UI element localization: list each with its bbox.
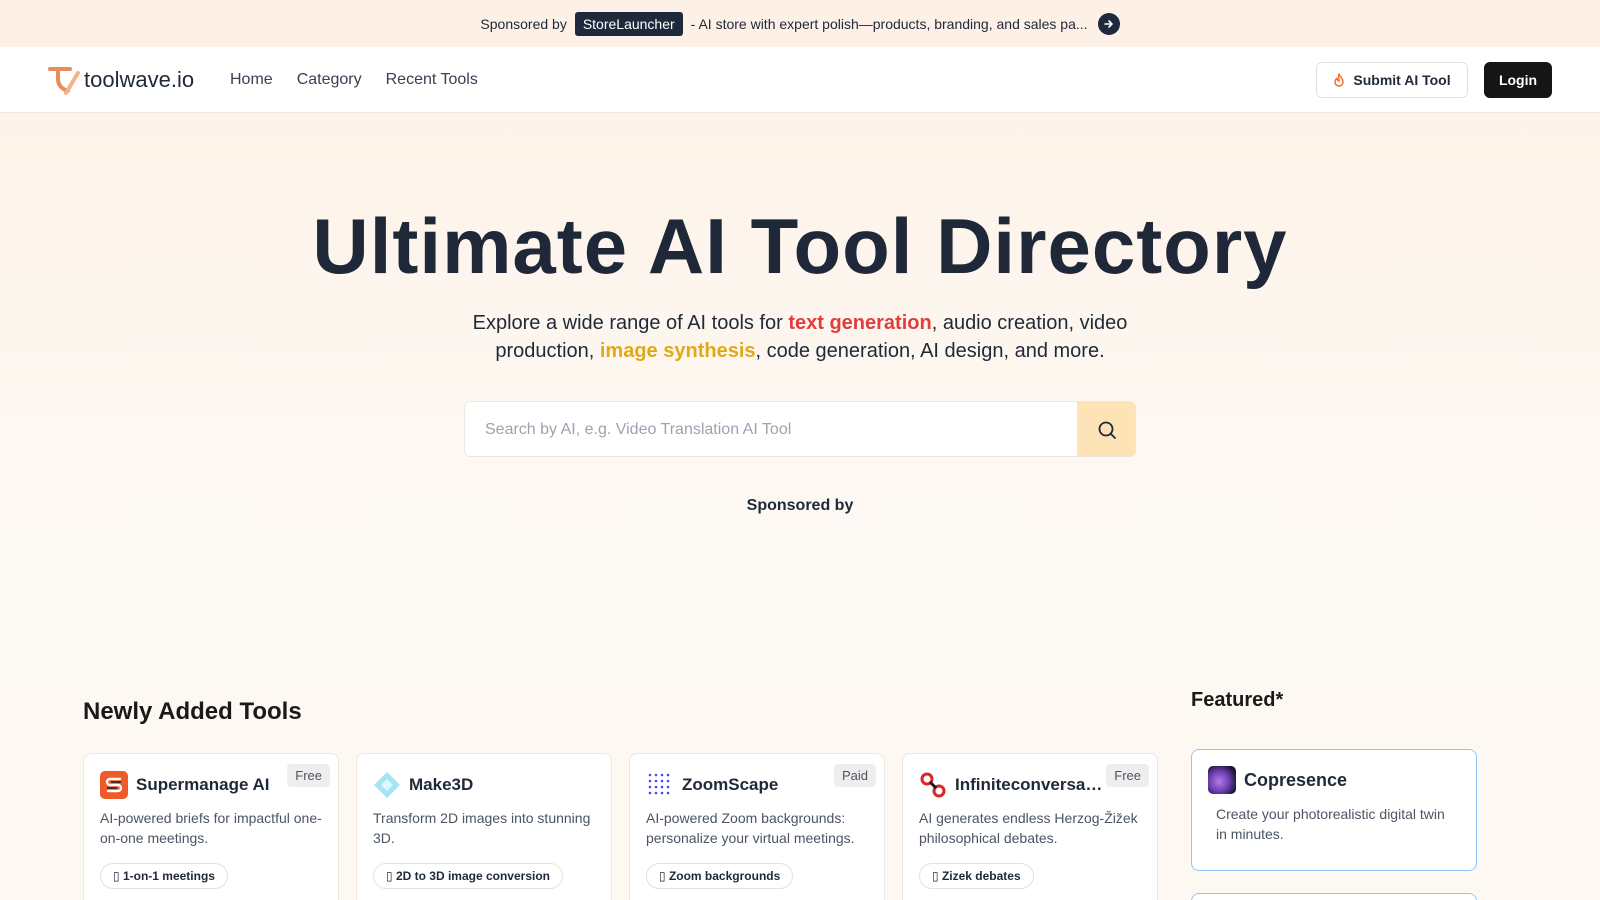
search-icon xyxy=(1098,421,1116,439)
copresence-logo-icon xyxy=(1208,766,1236,794)
tool-name[interactable]: Make3D xyxy=(409,775,559,795)
featured-tool-name[interactable]: Copresence xyxy=(1244,770,1347,791)
featured-tool-description: Create your photorealistic digital twin … xyxy=(1216,806,1445,842)
hero-subtitle: Explore a wide range of AI tools for tex… xyxy=(440,309,1160,365)
highlight-image-synthesis: image synthesis xyxy=(599,340,756,362)
login-button[interactable]: Login xyxy=(1484,62,1552,98)
featured-card-next[interactable] xyxy=(1191,893,1477,900)
tool-description: AI-powered Zoom backgrounds: personalize… xyxy=(646,810,855,846)
tool-card-make3d[interactable]: Make3D Transform 2D images into stunning… xyxy=(356,753,612,900)
nav-link-category[interactable]: Category xyxy=(297,71,362,89)
pricing-badge: Free xyxy=(1106,764,1149,787)
top-nav: toolwave.io Home Category Recent Tools S… xyxy=(0,47,1600,113)
arrow-right-icon[interactable] xyxy=(1097,12,1120,35)
subtitle-text-1: Explore a wide range of AI tools for xyxy=(472,312,789,334)
infiniteconversation-logo-icon xyxy=(919,771,947,799)
pricing-badge: Paid xyxy=(833,764,876,787)
logo-mark-icon xyxy=(48,67,80,95)
tool-description: AI-powered briefs for impactful one-on-o… xyxy=(100,810,322,846)
tool-card-supermanage-ai[interactable]: Supermanage AI Free AI-powered briefs fo… xyxy=(83,753,339,900)
search-input[interactable] xyxy=(465,402,1077,456)
banner-brand-chip[interactable]: StoreLauncher xyxy=(574,11,683,36)
search-bar xyxy=(464,401,1136,457)
subtitle-text-3: , code generation, AI design, and more. xyxy=(755,340,1105,362)
hero-title: Ultimate AI Tool Directory xyxy=(312,202,1288,290)
nav-link-recent-tools[interactable]: Recent Tools xyxy=(386,71,478,89)
flame-icon xyxy=(1334,72,1345,87)
supermanage-logo-icon xyxy=(100,771,128,799)
highlight-text-generation: text generation xyxy=(788,312,932,334)
submit-ai-tool-label: Submit AI Tool xyxy=(1353,72,1451,88)
zoomscape-logo-icon xyxy=(646,771,674,799)
newly-added-title: Newly Added Tools xyxy=(83,698,302,725)
pricing-badge: Free xyxy=(287,764,330,787)
tool-description: Transform 2D images into stunning 3D. xyxy=(373,810,591,846)
search-button[interactable] xyxy=(1077,402,1135,456)
site-logo[interactable]: toolwave.io xyxy=(48,65,194,95)
tool-tag[interactable]: ▯ Zizek debates xyxy=(919,863,1034,889)
make3d-logo-icon xyxy=(373,771,401,799)
nav-links: Home Category Recent Tools xyxy=(230,47,478,113)
tool-name[interactable]: Infiniteconversat... xyxy=(955,775,1105,795)
tool-tag[interactable]: ▯ Zoom backgrounds xyxy=(646,863,794,889)
tool-name[interactable]: Supermanage AI xyxy=(136,775,286,795)
submit-ai-tool-button[interactable]: Submit AI Tool xyxy=(1316,62,1468,98)
hero-section: Ultimate AI Tool Directory Explore a wid… xyxy=(0,113,1600,673)
tool-description: AI generates endless Herzog-Žižek philos… xyxy=(919,810,1138,846)
logo-text: toolwave.io xyxy=(84,67,195,92)
tool-card-zoomscape[interactable]: ZoomScape Paid AI-powered Zoom backgroun… xyxy=(629,753,885,900)
banner-promo-text[interactable]: - AI store with expert polish—products, … xyxy=(691,16,1088,32)
tool-card-infiniteconversation[interactable]: Infiniteconversat... Free AI generates e… xyxy=(902,753,1158,900)
tool-tag[interactable]: ▯ 1-on-1 meetings xyxy=(100,863,228,889)
sponsored-by-label: Sponsored by xyxy=(746,497,854,514)
featured-card-copresence[interactable]: Copresence Create your photorealistic di… xyxy=(1191,749,1477,871)
tool-name[interactable]: ZoomScape xyxy=(682,775,832,795)
nav-link-home[interactable]: Home xyxy=(230,71,273,89)
featured-title: Featured* xyxy=(1191,689,1284,711)
sponsor-banner[interactable]: Sponsored by StoreLauncher - AI store wi… xyxy=(0,0,1600,47)
tool-tag[interactable]: ▯ 2D to 3D image conversion xyxy=(373,863,563,889)
banner-sponsored-label: Sponsored by xyxy=(480,15,567,32)
